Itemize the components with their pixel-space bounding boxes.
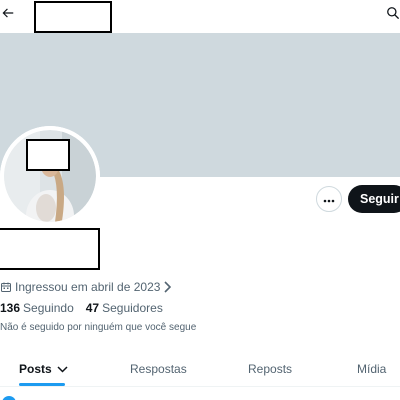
tab-reposts-label: Reposts: [248, 362, 293, 376]
following-label: Seguindo: [23, 301, 74, 315]
joined-date[interactable]: Ingressou em abril de 2023: [0, 279, 172, 295]
chevron-right-icon: [163, 281, 172, 293]
redacted-profile-name: [0, 228, 100, 270]
tab-posts-label: Posts: [19, 362, 52, 376]
more-horizontal-icon: [323, 190, 335, 208]
search-button[interactable]: [384, 5, 400, 25]
not-followed-notice: Não é seguido por ninguém que você segue: [0, 322, 197, 333]
followers-link[interactable]: 47 Seguidores: [86, 301, 163, 315]
more-options-button[interactable]: [316, 186, 342, 212]
tab-reposts[interactable]: Reposts: [248, 350, 292, 388]
tab-respostas[interactable]: Respostas: [130, 350, 187, 388]
follow-button-label: Seguir: [360, 192, 399, 206]
feed-start: [0, 390, 400, 400]
redacted-avatar-face: [26, 139, 70, 171]
arrow-left-icon: [1, 6, 15, 25]
chevron-down-icon: [57, 365, 68, 373]
calendar-icon: [0, 281, 12, 293]
follow-counts: 136 Seguindo 47 Seguidores: [0, 300, 163, 316]
joined-date-text: Ingressou em abril de 2023: [15, 280, 161, 294]
followers-count: 47: [85, 301, 100, 315]
top-bar: [0, 0, 400, 33]
search-icon: [386, 6, 400, 25]
following-count: 136: [0, 301, 21, 315]
redacted-display-name: [34, 1, 112, 33]
profile-page: Seguir Ingressou em abril de 2023 136 Se…: [0, 0, 400, 400]
following-link[interactable]: 136 Seguindo: [0, 301, 74, 315]
back-button[interactable]: [0, 4, 16, 26]
tabs-divider: [0, 386, 400, 387]
tab-midia-label: Mídia: [357, 362, 387, 376]
tab-respostas-label: Respostas: [130, 362, 187, 376]
tab-midia[interactable]: Mídia: [357, 350, 386, 388]
followers-label: Seguidores: [102, 301, 163, 315]
follow-button[interactable]: Seguir: [348, 185, 400, 213]
